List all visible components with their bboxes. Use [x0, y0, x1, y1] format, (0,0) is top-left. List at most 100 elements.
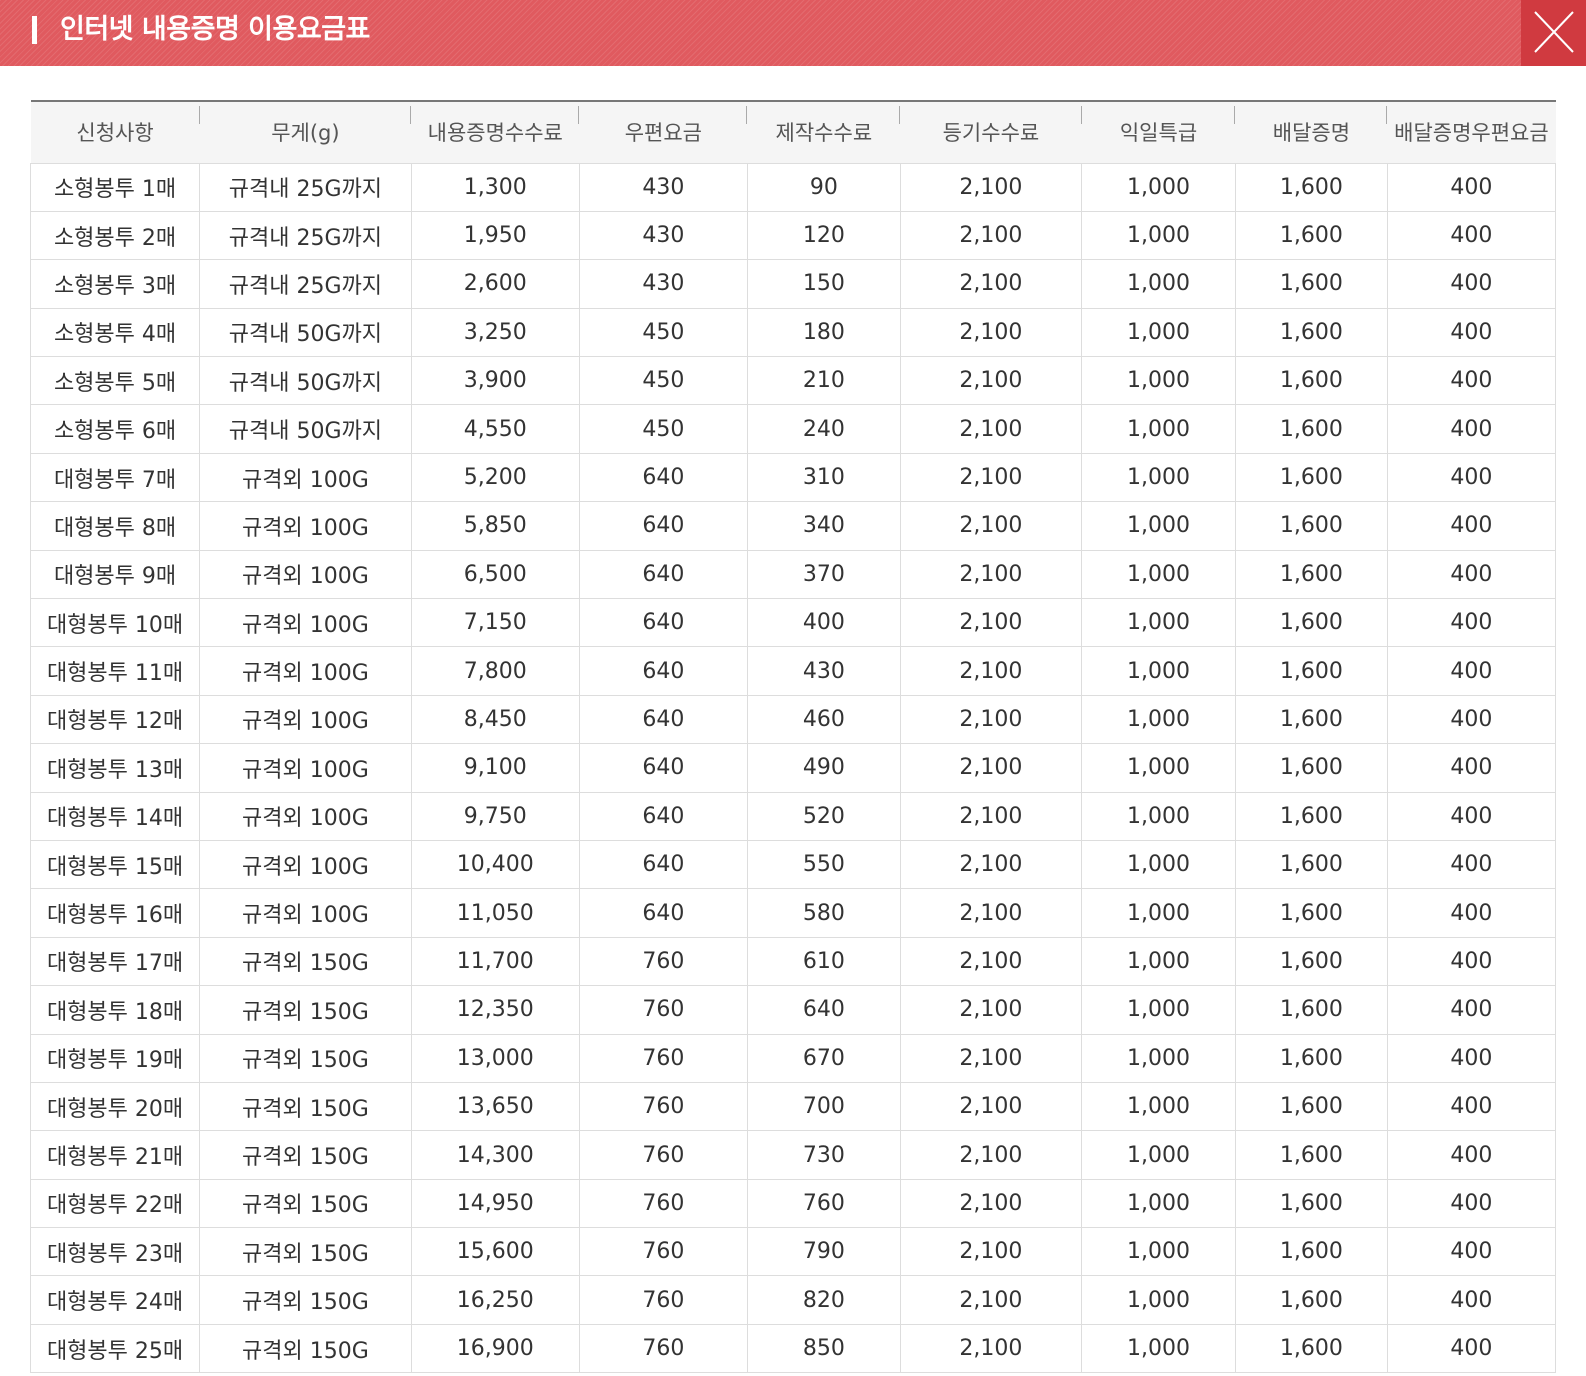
cell-content-proof-fee: 4,550	[411, 404, 580, 454]
cell-registration-fee: 2,100	[900, 1227, 1083, 1277]
column-header: 내용증명수수료	[411, 100, 580, 164]
cell-delivery-proof: 1,600	[1235, 598, 1388, 648]
table-row: 소형봉투 1매 규격내 25G까지 1,300 430 90 2,100 1,000 1,60…	[29, 163, 1557, 212]
cell-registration-fee: 2,100	[900, 453, 1083, 503]
cell-next-day-express: 1,000	[1081, 695, 1236, 745]
cell-delivery-proof-postage: 400	[1387, 743, 1557, 793]
cell-application: 대형봉투 7매	[29, 453, 201, 503]
close-icon	[1534, 11, 1574, 53]
cell-delivery-proof-postage: 400	[1387, 453, 1557, 503]
cell-application: 대형봉투 23매	[29, 1227, 201, 1277]
cell-delivery-proof: 1,600	[1235, 792, 1388, 841]
cell-production-fee: 150	[747, 259, 901, 309]
cell-delivery-proof: 1,600	[1235, 695, 1388, 745]
cell-weight: 규격외 150G	[199, 1082, 412, 1132]
cell-content-proof-fee: 1,950	[411, 211, 580, 261]
cell-postage: 450	[579, 356, 748, 406]
cell-next-day-express: 1,000	[1081, 1275, 1236, 1325]
cell-postage: 640	[579, 646, 748, 696]
cell-postage: 760	[579, 985, 748, 1035]
column-header: 우편요금	[579, 100, 748, 164]
cell-delivery-proof-postage: 400	[1387, 1275, 1557, 1325]
cell-next-day-express: 1,000	[1081, 550, 1236, 600]
column-header-label: 등기수수료	[942, 121, 1040, 146]
cell-postage: 760	[579, 1179, 748, 1229]
column-header-label: 배달증명	[1272, 121, 1351, 146]
column-header: 익일특급	[1081, 100, 1236, 164]
cell-next-day-express: 1,000	[1081, 356, 1236, 406]
cell-content-proof-fee: 6,500	[411, 550, 580, 600]
cell-delivery-proof: 1,600	[1235, 1034, 1388, 1083]
cell-postage: 640	[579, 550, 748, 600]
cell-content-proof-fee: 15,600	[411, 1227, 580, 1277]
cell-application: 소형봉투 6매	[29, 404, 201, 454]
cell-next-day-express: 1,000	[1081, 888, 1236, 938]
cell-next-day-express: 1,000	[1081, 453, 1236, 503]
column-header-label: 내용증명수수료	[427, 121, 563, 146]
cell-next-day-express: 1,000	[1081, 743, 1236, 793]
cell-next-day-express: 1,000	[1081, 937, 1236, 987]
cell-content-proof-fee: 5,200	[411, 453, 580, 503]
cell-weight: 규격외 100G	[199, 646, 412, 696]
cell-weight: 규격외 150G	[199, 937, 412, 987]
cell-application: 소형봉투 3매	[29, 259, 201, 309]
cell-application: 대형봉투 15매	[29, 840, 201, 890]
cell-application: 대형봉투 10매	[29, 598, 201, 648]
cell-weight: 규격외 100G	[199, 840, 412, 890]
cell-application: 대형봉투 8매	[29, 501, 201, 551]
cell-delivery-proof-postage: 400	[1387, 985, 1557, 1035]
cell-delivery-proof: 1,600	[1235, 743, 1388, 793]
cell-application: 대형봉투 24매	[29, 1275, 201, 1325]
cell-postage: 640	[579, 501, 748, 551]
cell-production-fee: 460	[747, 695, 901, 745]
cell-production-fee: 120	[747, 211, 901, 261]
cell-postage: 760	[579, 1082, 748, 1132]
column-header-label: 배달증명우편요금	[1394, 121, 1549, 146]
cell-weight: 규격외 150G	[199, 985, 412, 1035]
cell-delivery-proof-postage: 400	[1387, 1034, 1557, 1083]
close-button[interactable]	[1521, 0, 1586, 66]
cell-delivery-proof-postage: 400	[1387, 695, 1557, 745]
cell-registration-fee: 2,100	[900, 792, 1083, 841]
column-header: 등기수수료	[900, 100, 1082, 164]
cell-weight: 규격내 50G까지	[199, 308, 412, 358]
cell-content-proof-fee: 13,650	[411, 1082, 580, 1132]
cell-next-day-express: 1,000	[1081, 163, 1236, 212]
cell-weight: 규격외 150G	[199, 1227, 412, 1277]
cell-registration-fee: 2,100	[900, 259, 1083, 309]
cell-weight: 규격내 25G까지	[199, 211, 412, 261]
cell-production-fee: 850	[747, 1324, 901, 1374]
cell-postage: 760	[579, 1275, 748, 1325]
table-row: 대형봉투 14매 규격외 100G 9,750 640 520 2,100 1,000 1,6…	[29, 792, 1557, 841]
cell-application: 대형봉투 11매	[29, 646, 201, 696]
table-body: 소형봉투 1매 규격내 25G까지 1,300 430 90 2,100 1,000 1,60…	[29, 163, 1557, 1374]
cell-postage: 450	[579, 404, 748, 454]
cell-next-day-express: 1,000	[1081, 1130, 1236, 1180]
cell-application: 대형봉투 16매	[29, 888, 201, 938]
cell-content-proof-fee: 11,050	[411, 888, 580, 938]
table-row: 대형봉투 13매 규격외 100G 9,100 640 490 2,100 1,000 1,6…	[29, 743, 1557, 793]
cell-registration-fee: 2,100	[900, 1034, 1083, 1083]
table-row: 소형봉투 3매 규격내 25G까지 2,600 430 150 2,100 1,000 1,6…	[29, 259, 1557, 309]
cell-registration-fee: 2,100	[900, 211, 1083, 261]
table-row: 대형봉투 9매 규격외 100G 6,500 640 370 2,100 1,000 1,60…	[29, 550, 1557, 600]
cell-postage: 430	[579, 259, 748, 309]
cell-postage: 640	[579, 598, 748, 648]
column-header: 배달증명우편요금	[1387, 100, 1556, 164]
cell-postage: 760	[579, 1324, 748, 1374]
cell-content-proof-fee: 9,750	[411, 792, 580, 841]
cell-postage: 640	[579, 695, 748, 745]
cell-registration-fee: 2,100	[900, 404, 1083, 454]
cell-registration-fee: 2,100	[900, 646, 1083, 696]
cell-delivery-proof-postage: 400	[1387, 937, 1557, 987]
cell-registration-fee: 2,100	[900, 501, 1083, 551]
column-header: 무게(g)	[199, 100, 412, 164]
cell-weight: 규격외 150G	[199, 1130, 412, 1180]
cell-production-fee: 310	[747, 453, 901, 503]
cell-delivery-proof-postage: 400	[1387, 1324, 1557, 1374]
table-row: 대형봉투 23매 규격외 150G 15,600 760 790 2,100 1,000 1,…	[29, 1227, 1557, 1277]
table-row: 대형봉투 7매 규격외 100G 5,200 640 310 2,100 1,000 1,60…	[29, 453, 1557, 503]
cell-registration-fee: 2,100	[900, 985, 1083, 1035]
cell-delivery-proof: 1,600	[1235, 356, 1388, 406]
cell-delivery-proof-postage: 400	[1387, 356, 1557, 406]
